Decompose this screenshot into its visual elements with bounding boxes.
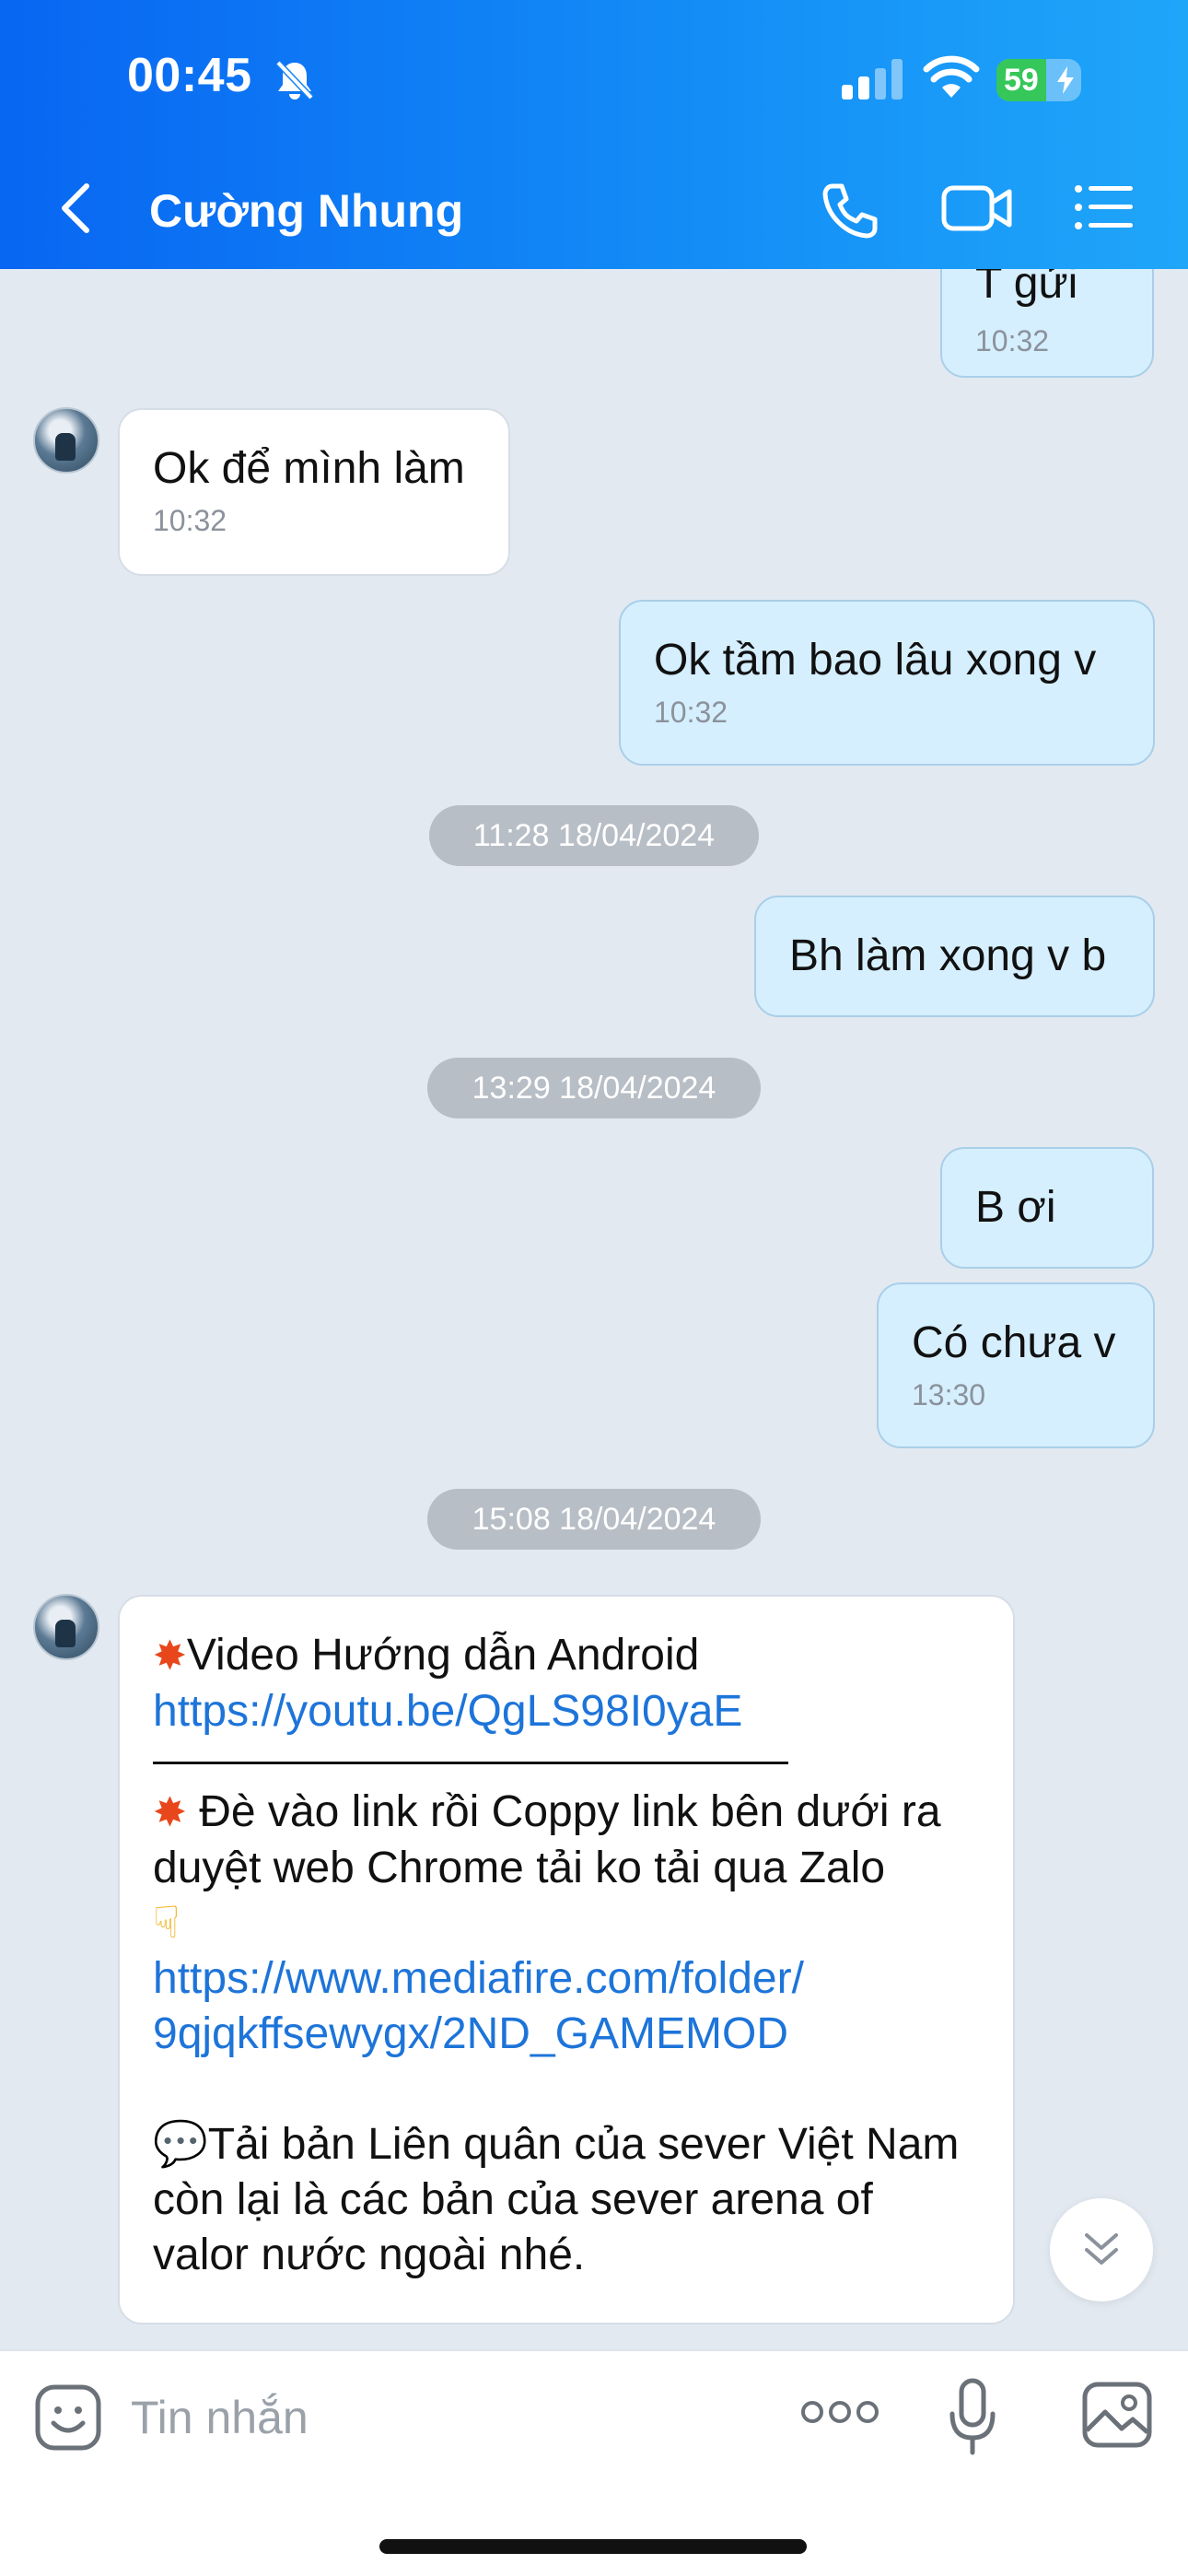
outgoing-message[interactable]: Ok tầm bao lâu xong v 10:32	[619, 600, 1155, 766]
chevron-double-down-icon	[1085, 2233, 1118, 2265]
incoming-message-long[interactable]: ✸Video Hướng dẫn Android https://youtu.b…	[118, 1595, 1015, 2324]
message-line: 💬Tải bản Liên quân của sever Việt Nam cò…	[153, 2120, 960, 2279]
status-time: 00:45	[127, 49, 252, 102]
chat-header: 00:45 59 Cường Nhung	[0, 0, 1188, 269]
speech-bubble-icon: 💬	[153, 2120, 208, 2169]
message-link[interactable]: https://www.mediafire.com/folder/	[153, 1951, 980, 2007]
message-text: Có chưa v	[912, 1318, 1116, 1367]
divider	[153, 1762, 788, 1764]
incoming-message[interactable]: Ok để mình làm 10:32	[118, 408, 510, 576]
message-line: ✸ Đè vào link rồi Coppy link bên dưới ra…	[153, 1787, 941, 1892]
mic-icon[interactable]	[949, 2377, 996, 2456]
message-line: ✸Video Hướng dẫn Android	[153, 1631, 700, 1680]
back-icon[interactable]	[59, 181, 92, 236]
outgoing-message[interactable]: Bh làm xong v b	[754, 896, 1155, 1017]
message-text: Ok tầm bao lâu xong v	[654, 636, 1097, 685]
pointing-down-icon: ☟	[153, 1899, 181, 1948]
more-icon[interactable]	[801, 2399, 879, 2425]
outgoing-message[interactable]: B ơi	[940, 1147, 1154, 1269]
message-text: Bh làm xong v b	[789, 931, 1107, 980]
menu-list-icon[interactable]	[1074, 184, 1135, 230]
message-input[interactable]	[131, 2390, 683, 2445]
image-icon[interactable]	[1081, 2381, 1153, 2449]
collision-icon: ✸	[153, 1633, 187, 1680]
collision-icon: ✸	[153, 1789, 187, 1836]
home-indicator	[379, 2539, 807, 2554]
battery-icon: 59	[996, 59, 1081, 101]
avatar[interactable]	[33, 1594, 99, 1660]
battery-level: 59	[1004, 63, 1039, 98]
message-text: B ơi	[975, 1183, 1056, 1232]
avatar[interactable]	[33, 407, 99, 474]
contact-name[interactable]: Cường Nhung	[149, 184, 463, 238]
date-separator: 15:08 18/04/2024	[427, 1489, 761, 1550]
bell-slash-icon	[275, 60, 314, 100]
message-time: 10:32	[153, 504, 227, 537]
phone-icon[interactable]	[820, 181, 880, 241]
date-separator: 11:28 18/04/2024	[429, 805, 759, 866]
message-text: Ok để mình làm	[153, 444, 465, 493]
wifi-icon	[923, 55, 980, 98]
message-time: 10:32	[975, 324, 1050, 357]
sticker-icon[interactable]	[33, 2383, 103, 2453]
signal-icon	[842, 59, 903, 100]
video-call-icon[interactable]	[941, 182, 1013, 234]
message-link[interactable]: https://youtu.be/QgLS98I0yaE	[153, 1684, 980, 1739]
message-time: 10:32	[654, 696, 728, 729]
outgoing-message[interactable]: Có chưa v 13:30	[877, 1282, 1155, 1448]
date-separator: 13:29 18/04/2024	[427, 1058, 761, 1118]
message-link[interactable]: 9qjqkffsewygx/2ND_GAMEMOD	[153, 2007, 980, 2062]
scroll-down-button[interactable]	[1050, 2198, 1153, 2301]
message-time: 13:30	[912, 1378, 986, 1411]
